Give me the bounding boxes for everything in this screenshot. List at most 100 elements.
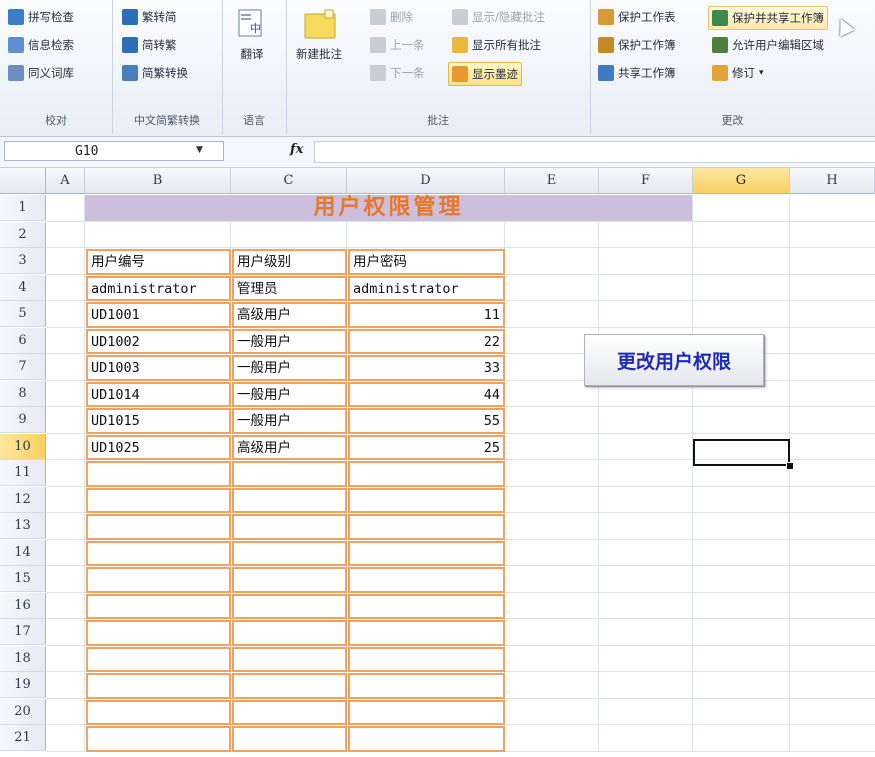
- thesaurus-button[interactable]: 同义词库: [8, 62, 74, 84]
- table-cell[interactable]: [232, 620, 347, 646]
- table-cell[interactable]: [348, 487, 505, 513]
- table-cell[interactable]: 22: [348, 328, 505, 354]
- row-header-6[interactable]: 6: [0, 327, 46, 354]
- table-cell[interactable]: 高级用户: [232, 434, 347, 460]
- table-cell[interactable]: 用户密码: [348, 249, 505, 275]
- row-header-4[interactable]: 4: [0, 274, 46, 301]
- table-cell[interactable]: UD1003: [86, 355, 231, 381]
- table-cell[interactable]: UD1015: [86, 408, 231, 434]
- row-header-16[interactable]: 16: [0, 592, 46, 619]
- to-simplified-button[interactable]: 繁转简: [122, 6, 177, 28]
- table-cell[interactable]: [86, 726, 231, 752]
- column-header-d[interactable]: D: [347, 168, 505, 194]
- row-header-13[interactable]: 13: [0, 513, 46, 539]
- show-ink-button[interactable]: 显示墨迹: [448, 62, 522, 86]
- table-cell[interactable]: [86, 540, 231, 566]
- table-cell[interactable]: UD1002: [86, 328, 231, 354]
- select-all-corner[interactable]: [0, 168, 46, 194]
- table-cell[interactable]: [348, 699, 505, 725]
- table-cell[interactable]: 一般用户: [232, 408, 347, 434]
- table-cell[interactable]: 管理员: [232, 275, 347, 301]
- row-header-12[interactable]: 12: [0, 486, 46, 513]
- insert-function-icon[interactable]: fx: [290, 142, 303, 157]
- table-cell[interactable]: administrator: [348, 275, 505, 301]
- sheet-title[interactable]: 用户权限管理: [85, 195, 692, 221]
- formula-input[interactable]: [314, 141, 875, 163]
- row-header-14[interactable]: 14: [0, 539, 46, 566]
- column-header-c[interactable]: C: [231, 168, 347, 194]
- convert-button[interactable]: 简繁转换: [122, 62, 188, 84]
- table-cell[interactable]: [86, 593, 231, 619]
- table-cell[interactable]: [86, 699, 231, 725]
- table-cell[interactable]: 44: [348, 381, 505, 407]
- table-cell[interactable]: [86, 461, 231, 487]
- previous-comment-button[interactable]: 上一条: [370, 34, 425, 56]
- row-header-8[interactable]: 8: [0, 380, 46, 407]
- protect-and-share-button[interactable]: 保护并共享工作簿: [708, 6, 828, 30]
- row-header-9[interactable]: 9: [0, 407, 46, 433]
- table-cell[interactable]: [86, 673, 231, 699]
- table-cell[interactable]: [232, 593, 347, 619]
- show-all-comments-button[interactable]: 显示所有批注: [452, 34, 541, 56]
- row-header-17[interactable]: 17: [0, 619, 46, 645]
- research-button[interactable]: 信息检索: [8, 34, 74, 56]
- table-cell[interactable]: UD1025: [86, 434, 231, 460]
- table-cell[interactable]: 用户级别: [232, 249, 347, 275]
- table-cell[interactable]: [348, 540, 505, 566]
- table-cell[interactable]: [86, 567, 231, 593]
- table-cell[interactable]: [348, 646, 505, 672]
- table-cell[interactable]: 用户编号: [86, 249, 231, 275]
- protect-workbook-button[interactable]: 保护工作簿: [598, 34, 676, 56]
- new-comment-button[interactable]: 新建批注: [296, 8, 342, 62]
- fill-handle[interactable]: [786, 462, 794, 470]
- table-cell[interactable]: [86, 514, 231, 540]
- row-header-19[interactable]: 19: [0, 672, 46, 698]
- change-user-permission-button[interactable]: 更改用户权限: [584, 334, 764, 386]
- row-header-18[interactable]: 18: [0, 645, 46, 672]
- table-cell[interactable]: 高级用户: [232, 302, 347, 328]
- table-cell[interactable]: 一般用户: [232, 328, 347, 354]
- protect-sheet-button[interactable]: 保护工作表: [598, 6, 676, 28]
- row-header-21[interactable]: 21: [0, 725, 46, 751]
- table-cell[interactable]: [232, 699, 347, 725]
- table-cell[interactable]: [232, 461, 347, 487]
- column-header-e[interactable]: E: [505, 168, 599, 194]
- table-cell[interactable]: [86, 620, 231, 646]
- table-cell[interactable]: 一般用户: [232, 355, 347, 381]
- table-cell[interactable]: 33: [348, 355, 505, 381]
- table-cell[interactable]: administrator: [86, 275, 231, 301]
- table-cell[interactable]: UD1001: [86, 302, 231, 328]
- table-cell[interactable]: [348, 620, 505, 646]
- row-header-5[interactable]: 5: [0, 301, 46, 327]
- table-cell[interactable]: [348, 567, 505, 593]
- row-header-11[interactable]: 11: [0, 460, 46, 486]
- row-header-2[interactable]: 2: [0, 221, 46, 248]
- column-header-g[interactable]: G: [693, 168, 790, 194]
- row-header-7[interactable]: 7: [0, 354, 46, 380]
- column-header-f[interactable]: F: [599, 168, 693, 194]
- table-cell[interactable]: [348, 726, 505, 752]
- name-box[interactable]: G10: [4, 141, 224, 161]
- next-comment-button[interactable]: 下一条: [370, 62, 425, 84]
- show-hide-comment-button[interactable]: 显示/隐藏批注: [452, 6, 545, 28]
- row-header-1[interactable]: 1: [0, 195, 46, 221]
- table-cell[interactable]: [348, 461, 505, 487]
- table-cell[interactable]: 55: [348, 408, 505, 434]
- table-cell[interactable]: [232, 487, 347, 513]
- delete-comment-button[interactable]: 删除: [370, 6, 413, 28]
- table-cell[interactable]: [232, 567, 347, 593]
- translate-button[interactable]: 中 翻译: [236, 8, 268, 62]
- row-header-20[interactable]: 20: [0, 698, 46, 725]
- table-cell[interactable]: [348, 514, 505, 540]
- table-cell[interactable]: [232, 673, 347, 699]
- table-cell[interactable]: [86, 646, 231, 672]
- table-cell[interactable]: UD1014: [86, 381, 231, 407]
- column-header-a[interactable]: A: [46, 168, 85, 194]
- table-cell[interactable]: [348, 673, 505, 699]
- row-header-15[interactable]: 15: [0, 566, 46, 592]
- table-cell[interactable]: [86, 487, 231, 513]
- table-cell[interactable]: [232, 514, 347, 540]
- spell-check-button[interactable]: 拼写检查: [8, 6, 74, 28]
- row-header-3[interactable]: 3: [0, 248, 46, 274]
- table-cell[interactable]: 一般用户: [232, 381, 347, 407]
